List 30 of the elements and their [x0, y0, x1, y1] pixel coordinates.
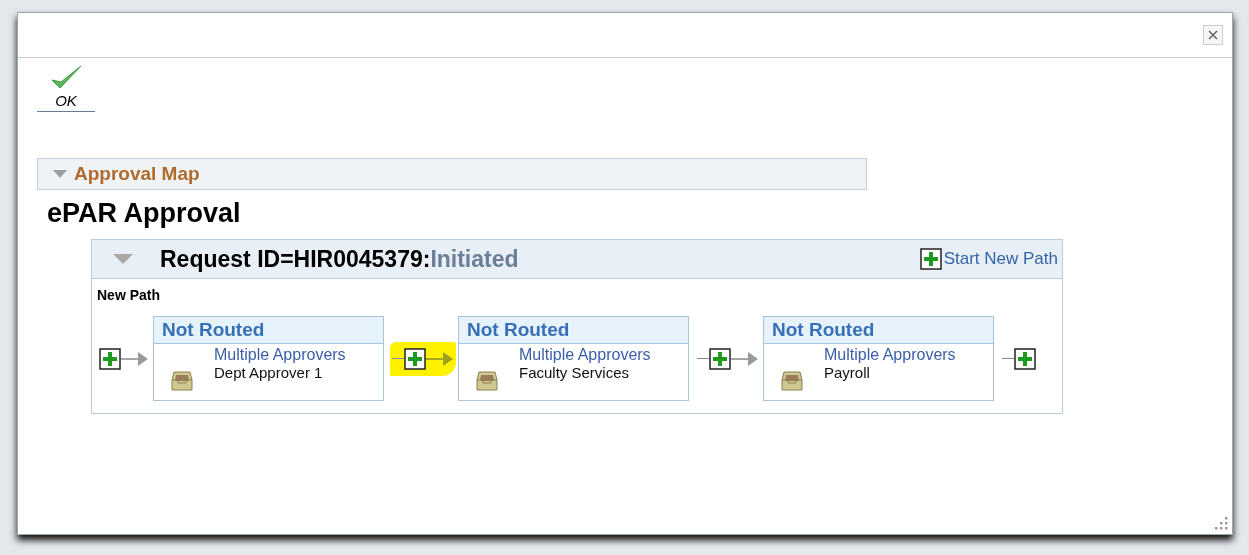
- request-title: Request ID=HIR0045379:Initiated: [160, 245, 520, 273]
- section-header[interactable]: Approval Map: [37, 158, 867, 190]
- arrow-icon: [731, 350, 759, 367]
- approver-type: Multiple Approvers: [824, 346, 956, 364]
- close-button[interactable]: [1203, 25, 1223, 45]
- approver-name: Payroll: [824, 364, 871, 381]
- add-step-icon[interactable]: [404, 347, 426, 370]
- approver-name: Faculty Services: [519, 364, 631, 381]
- approver-type: Multiple Approvers: [214, 346, 346, 364]
- plus-icon: [919, 248, 942, 270]
- add-step-icon[interactable]: [709, 347, 731, 370]
- page-heading: ePAR Approval: [47, 198, 242, 229]
- arrow-icon: [426, 350, 454, 367]
- inbox-tray-icon: [170, 370, 194, 392]
- section-title: Approval Map: [74, 163, 200, 185]
- step-status: Not Routed: [764, 317, 993, 344]
- approver-type: Multiple Approvers: [519, 346, 651, 364]
- ok-button[interactable]: OK: [37, 64, 95, 112]
- inbox-tray-icon: [780, 370, 804, 392]
- add-step-icon[interactable]: [99, 347, 121, 370]
- approver-name: Dept Approver 1: [214, 364, 324, 381]
- close-icon: [1208, 30, 1218, 40]
- resize-grip-icon[interactable]: [1214, 516, 1228, 530]
- step-status: Not Routed: [154, 317, 383, 344]
- inbox-tray-icon: [475, 370, 499, 392]
- path-label: New Path: [97, 287, 161, 303]
- arrow-icon: [121, 350, 149, 367]
- add-step-icon[interactable]: [1014, 347, 1036, 370]
- start-new-path-link[interactable]: Start New Path: [919, 248, 1058, 270]
- step-status: Not Routed: [459, 317, 688, 344]
